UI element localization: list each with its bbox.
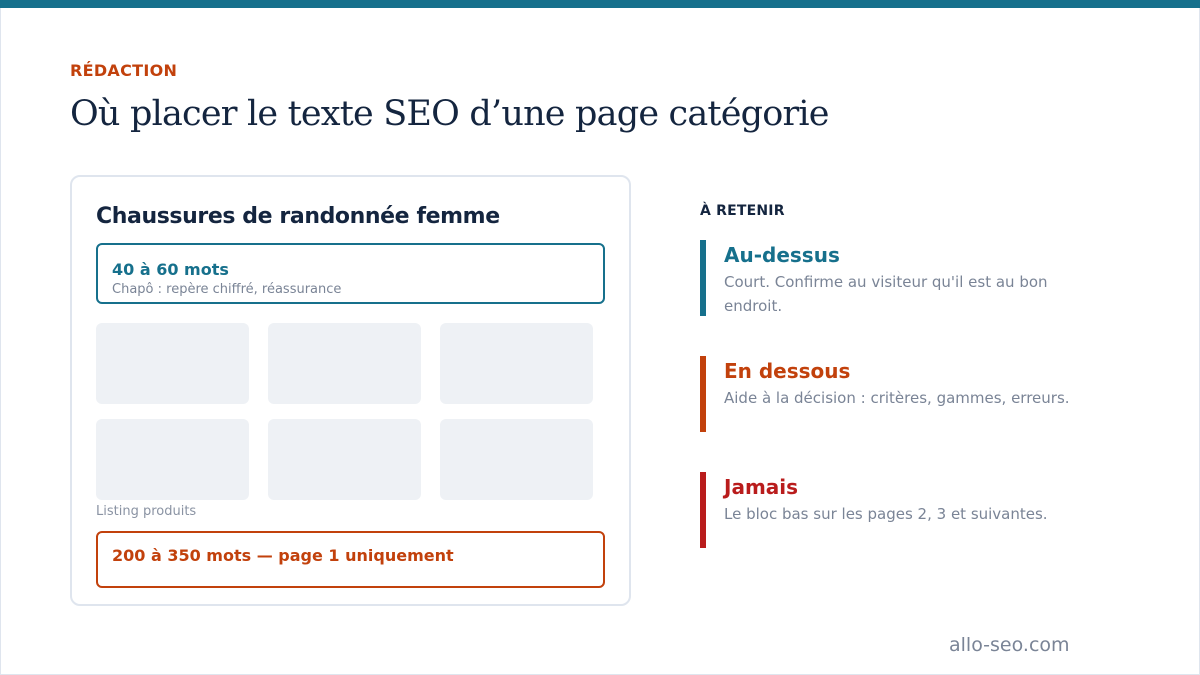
point-title: En dessous bbox=[724, 359, 851, 383]
product-card bbox=[440, 323, 593, 404]
intro-description: Chapô : repère chiffré, réassurance bbox=[112, 282, 342, 297]
intro-word-count: 40 à 60 mots bbox=[112, 260, 229, 279]
product-card bbox=[268, 419, 421, 500]
mockup-page-title: Chaussures de randonnée femme bbox=[96, 204, 500, 229]
section-kicker: RÉDACTION bbox=[70, 61, 178, 80]
point-description: Le bloc bas sur les pages 2, 3 et suivan… bbox=[724, 505, 1048, 523]
product-card bbox=[440, 419, 593, 500]
retain-point-above: Au-dessus Court. Confirme au visiteur qu… bbox=[700, 240, 1120, 316]
category-page-mockup: Chaussures de randonnée femme 40 à 60 mo… bbox=[70, 175, 631, 606]
bottom-word-count: 200 à 350 mots — page 1 uniquement bbox=[112, 546, 454, 565]
point-title: Jamais bbox=[724, 475, 799, 499]
product-card bbox=[96, 323, 249, 404]
page-title: Où placer le texte SEO d’une page catégo… bbox=[70, 94, 830, 134]
product-card bbox=[268, 323, 421, 404]
point-accent-bar bbox=[700, 472, 706, 548]
point-accent-bar bbox=[700, 356, 706, 432]
listing-label: Listing produits bbox=[96, 504, 197, 519]
bottom-text-block: 200 à 350 mots — page 1 uniquement bbox=[96, 531, 605, 588]
retain-point-never: Jamais Le bloc bas sur les pages 2, 3 et… bbox=[700, 472, 1120, 548]
retain-heading: À RETENIR bbox=[700, 203, 785, 219]
point-description: Aide à la décision : critères, gammes, e… bbox=[724, 389, 1070, 407]
site-url: allo-seo.com bbox=[949, 634, 1070, 656]
point-title: Au-dessus bbox=[724, 243, 840, 267]
top-accent-bar bbox=[0, 0, 1200, 8]
intro-text-block: 40 à 60 mots Chapô : repère chiffré, réa… bbox=[96, 243, 605, 304]
point-description: Court. Confirme au visiteur qu'il est au… bbox=[724, 273, 1048, 315]
retain-point-below: En dessous Aide à la décision : critères… bbox=[700, 356, 1120, 432]
product-card bbox=[96, 419, 249, 500]
point-accent-bar bbox=[700, 240, 706, 316]
